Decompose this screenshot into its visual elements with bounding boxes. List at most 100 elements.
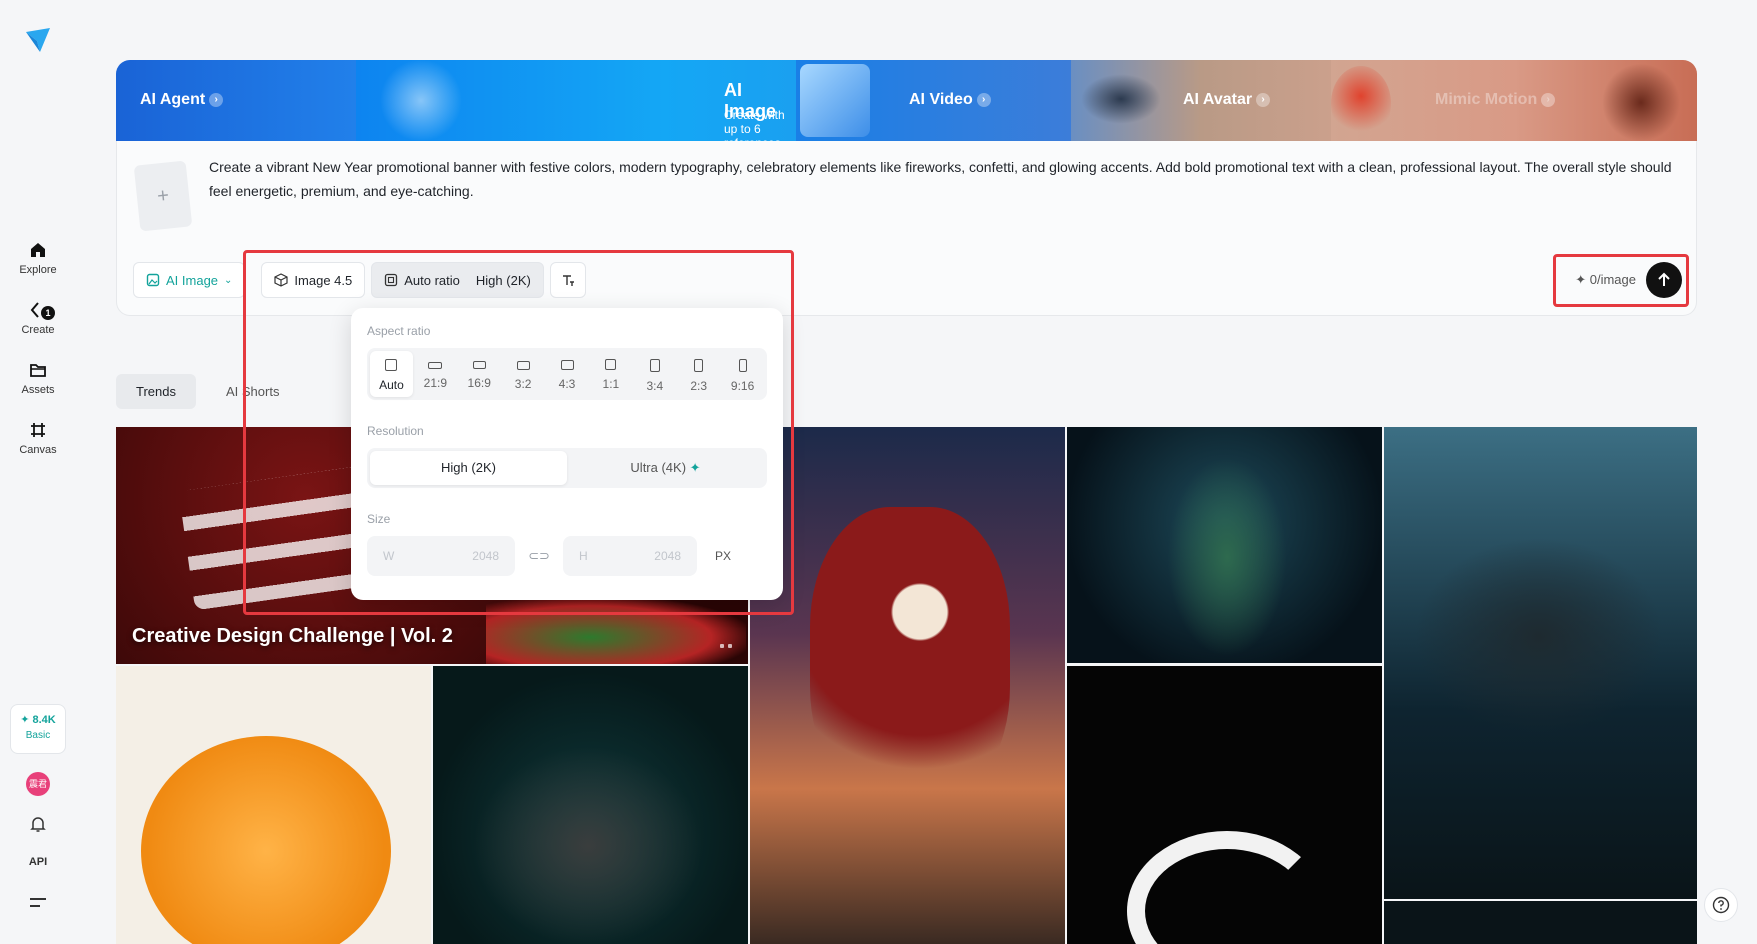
chevron-right-icon: › <box>209 93 224 107</box>
letter-artwork <box>1127 831 1327 944</box>
resolution-high-2k[interactable]: High (2K) <box>370 451 567 485</box>
chevron-down-icon: ⌄ <box>224 274 233 286</box>
sparkle-icon: ✦ <box>689 460 701 475</box>
send-button[interactable] <box>1646 262 1682 298</box>
resolution-ultra-label: Ultra (4K) <box>630 460 687 475</box>
nav-assets-label: Assets <box>21 384 55 396</box>
nav-canvas-label: Canvas <box>19 444 57 456</box>
avatar[interactable]: 震君 <box>26 772 50 796</box>
model-label: Image 4.5 <box>294 272 353 288</box>
aspect-ratio-label: Aspect ratio <box>367 324 431 338</box>
cube-icon <box>274 273 289 287</box>
api-link[interactable]: API <box>22 856 54 868</box>
ai-video-text: AI Video <box>909 91 973 108</box>
ratio-9-16-label: 9:16 <box>730 379 755 393</box>
prompt-input[interactable]: Create a vibrant New Year promotional ba… <box>209 155 1679 203</box>
logo-icon[interactable] <box>24 26 52 54</box>
resolution-options: High (2K) Ultra (4K) ✦ <box>367 448 767 488</box>
nav-create-label: Create <box>21 324 55 336</box>
help-button[interactable] <box>1704 888 1738 922</box>
dreamscape-decoration <box>800 64 870 137</box>
text-style-button[interactable] <box>549 262 586 298</box>
create-badge: 1 <box>41 306 55 320</box>
carousel-dots[interactable] <box>720 644 732 648</box>
ratio-4-3-label: 4:3 <box>558 377 576 391</box>
ratio-resolution-dropdown: Aspect ratio Auto 21:9 16:9 3:2 4:3 1:1 … <box>351 308 783 600</box>
nav-assets[interactable]: Assets <box>8 360 68 396</box>
nav-explore[interactable]: Explore <box>8 240 68 276</box>
ratio-3-4-icon <box>649 359 660 372</box>
ratio-21-9-label: 21:9 <box>423 376 448 390</box>
tab-trends[interactable]: Trends <box>116 374 196 409</box>
banner-ai-image[interactable]: AI Image Create with up to 6 references <box>356 60 796 141</box>
gallery-tile-crab[interactable] <box>1384 427 1697 899</box>
tab-ai-shorts[interactable]: AI Shorts <box>206 374 299 409</box>
add-reference-button[interactable]: + <box>133 160 193 232</box>
height-input[interactable]: H 2048 <box>563 536 697 576</box>
gallery-tile-bottom-right[interactable] <box>1384 901 1697 944</box>
summer-sculpture <box>473 746 703 944</box>
ratio-auto-label: Auto <box>379 378 404 392</box>
link-icon[interactable]: ⊂⊃ <box>525 548 553 564</box>
width-input[interactable]: W 2048 <box>367 536 515 576</box>
ratio-1-1-icon <box>605 359 617 370</box>
ratio-3-2-icon <box>516 361 530 370</box>
gallery-tile-santa[interactable] <box>750 427 1065 944</box>
ratio-2-3[interactable]: 2:3 <box>677 351 720 397</box>
ratio-16-9-icon <box>472 361 486 369</box>
banner-ai-image-sub: Create with up to 6 references <box>724 108 785 141</box>
sidebar: Explore 1 Create Assets Canvas ✦ 8.4K Ba… <box>0 0 76 944</box>
arrow-up-icon <box>1658 272 1670 286</box>
help-icon <box>1712 896 1730 914</box>
gifts-decoration <box>486 597 746 664</box>
gallery-tile-letter[interactable] <box>1067 666 1382 944</box>
ratio-auto[interactable]: Auto <box>370 351 413 397</box>
banner-mimic-motion-label: Mimic Motion › <box>1435 91 1556 109</box>
text-icon <box>562 275 574 286</box>
ratio-3-4-label: 3:4 <box>646 379 664 393</box>
chevron-right-icon: › <box>976 93 991 107</box>
ratio-2-3-label: 2:3 <box>690 379 708 393</box>
bell-icon[interactable] <box>28 814 48 834</box>
banner-ai-agent[interactable]: AI Agent › <box>116 60 356 141</box>
banner-ai-video-label: AI Video › <box>909 91 991 109</box>
folder-icon <box>30 364 46 377</box>
menu-icon[interactable] <box>29 896 47 910</box>
banner-mimic-motion[interactable]: Mimic Motion › <box>1331 60 1697 141</box>
gallery-tile-orange-bear[interactable] <box>116 666 431 944</box>
gallery-tile-fairy[interactable] <box>1067 427 1382 663</box>
mode-select[interactable]: AI Image ⌄ <box>133 262 246 298</box>
crab-figure <box>1414 537 1664 737</box>
credits-box[interactable]: ✦ 8.4K Basic <box>10 704 66 754</box>
aspect-ratio-icon <box>385 273 398 287</box>
banner-ai-agent-label: AI Agent › <box>140 91 224 109</box>
nav-create[interactable]: 1 Create <box>8 300 68 336</box>
auto-ratio-icon <box>385 359 398 371</box>
ratio-9-16[interactable]: 9:16 <box>721 351 764 397</box>
nav-canvas[interactable]: Canvas <box>8 420 68 456</box>
chevron-right-icon: › <box>1541 93 1556 107</box>
feature-banner: AI Agent› AI Image Create with up to 6 r… <box>116 60 1697 141</box>
model-select[interactable]: Image 4.5 <box>261 262 366 298</box>
unit-label: PX <box>715 549 732 563</box>
banner-ai-avatar[interactable]: AI Avatar › <box>1071 60 1331 141</box>
ratio-2-3-icon <box>694 359 704 372</box>
ratio-3-2[interactable]: 3:2 <box>502 351 545 397</box>
image-icon <box>146 273 160 287</box>
ai-avatar-text: AI Avatar <box>1183 91 1253 108</box>
ratio-resolution-select[interactable]: Auto ratio High (2K) <box>371 262 544 298</box>
width-label: W <box>383 549 395 563</box>
gallery-tile-summer[interactable] <box>433 666 748 944</box>
aspect-ratio-options: Auto 21:9 16:9 3:2 4:3 1:1 3:4 2:3 9:16 <box>367 348 767 400</box>
ratio-21-9[interactable]: 21:9 <box>414 351 457 397</box>
ratio-3-4[interactable]: 3:4 <box>633 351 676 397</box>
ratio-16-9[interactable]: 16:9 <box>458 351 501 397</box>
resolution-ultra-4k[interactable]: Ultra (4K) ✦ <box>567 451 764 485</box>
ratio-3-2-label: 3:2 <box>514 377 532 391</box>
ratio-1-1[interactable]: 1:1 <box>589 351 632 397</box>
banner-ai-video[interactable]: AI Video › <box>796 60 1071 141</box>
banner-ai-avatar-label: AI Avatar › <box>1183 91 1271 109</box>
ratio-4-3-icon <box>560 360 574 370</box>
ratio-4-3[interactable]: 4:3 <box>546 351 589 397</box>
ratio-label: Auto ratio <box>404 272 460 288</box>
